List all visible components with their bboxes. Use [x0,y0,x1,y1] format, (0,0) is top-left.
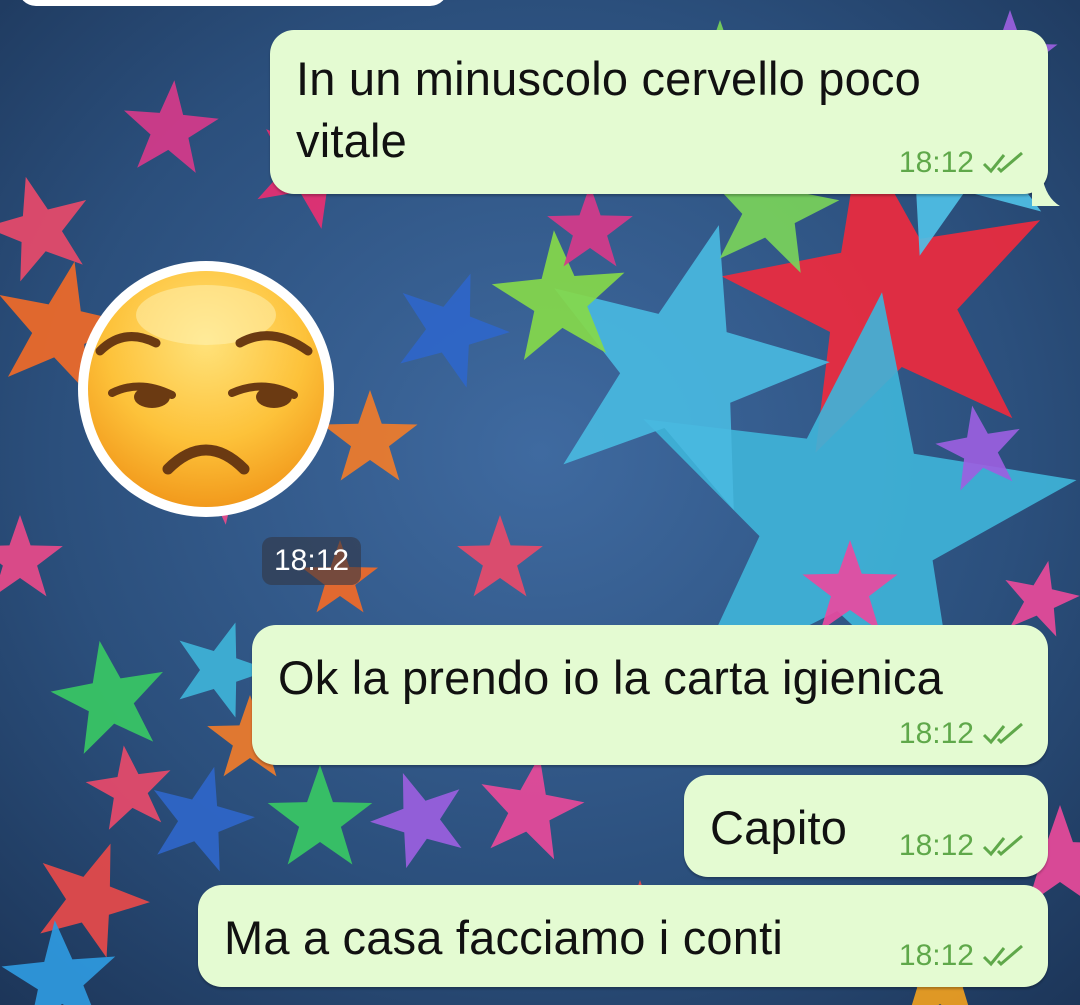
message-meta: 18:12 [899,146,1028,180]
double-check-icon [982,151,1023,174]
outgoing-message-3[interactable]: Capito 18:12 [684,775,1048,877]
sticker-time: 18:12 [262,537,362,585]
outgoing-message-1[interactable]: In un minuscolo cervello poco vitale 18:… [270,30,1060,206]
double-check-icon [982,944,1023,967]
unamused-face-sticker[interactable] [72,255,340,523]
message-meta: 18:12 [899,939,1028,973]
previous-message-edge [18,0,448,6]
message-text: Ok la prendo io la carta igienica [278,651,943,704]
message-meta: 18:12 [899,717,1028,751]
double-check-icon [982,834,1023,857]
bubble-tail-icon [1032,176,1060,206]
message-time: 18:12 [898,717,974,750]
message-time: 18:12 [898,829,974,862]
message-time: 18:12 [898,939,974,972]
outgoing-message-2[interactable]: Ok la prendo io la carta igienica 18:12 [252,625,1048,765]
outgoing-message-4[interactable]: Ma a casa facciamo i conti 18:12 [198,885,1048,987]
message-meta: 18:12 [899,829,1028,863]
message-time: 18:12 [898,146,974,179]
double-check-icon [982,722,1023,745]
